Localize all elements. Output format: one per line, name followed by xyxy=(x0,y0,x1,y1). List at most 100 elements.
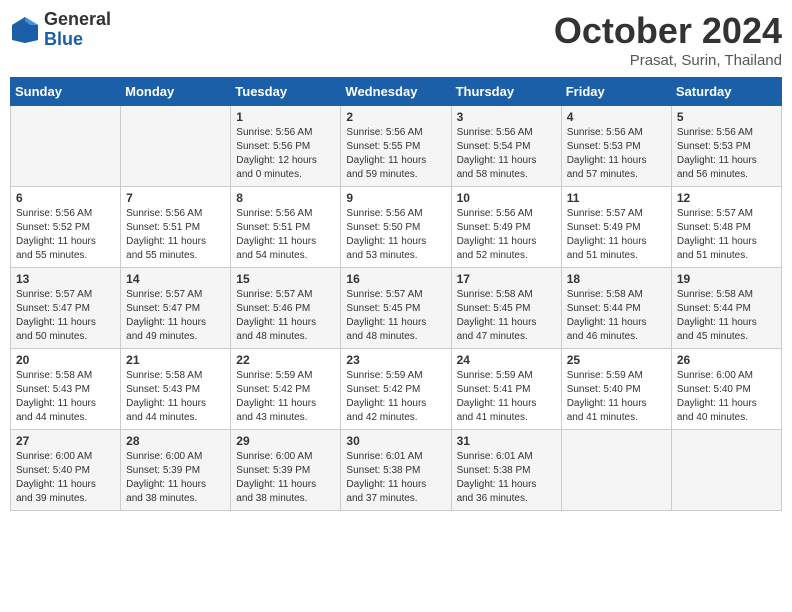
calendar-cell: 27Sunrise: 6:00 AM Sunset: 5:40 PM Dayli… xyxy=(11,430,121,511)
day-info: Sunrise: 6:00 AM Sunset: 5:39 PM Dayligh… xyxy=(236,450,335,506)
day-number: 5 xyxy=(677,110,776,124)
calendar-cell: 3 Sunrise: 5:56 AM Sunset: 5:54 PM Daylig… xyxy=(451,106,561,187)
day-number: 26 xyxy=(677,353,776,367)
day-number: 7 xyxy=(126,191,225,205)
calendar-cell: 20Sunrise: 5:58 AM Sunset: 5:43 PM Dayli… xyxy=(11,349,121,430)
day-info: Sunrise: 5:59 AM Sunset: 5:41 PM Dayligh… xyxy=(457,369,556,425)
calendar-cell xyxy=(561,430,671,511)
calendar-header: SundayMondayTuesdayWednesdayThursdayFrid… xyxy=(11,78,782,106)
week-row-1: 6Sunrise: 5:56 AM Sunset: 5:52 PM Daylig… xyxy=(11,187,782,268)
day-info: Sunrise: 5:57 AM Sunset: 5:47 PM Dayligh… xyxy=(126,288,225,344)
calendar-cell: 4 Sunrise: 5:56 AM Sunset: 5:53 PM Daylig… xyxy=(561,106,671,187)
day-info: Sunrise: 5:57 AM Sunset: 5:46 PM Dayligh… xyxy=(236,288,335,344)
day-number: 12 xyxy=(677,191,776,205)
day-info: Sunrise: 5:56 AM Sunset: 5:53 PM Dayligh… xyxy=(677,126,776,182)
day-info: Sunrise: 6:00 AM Sunset: 5:39 PM Dayligh… xyxy=(126,450,225,506)
day-info: Sunrise: 5:59 AM Sunset: 5:42 PM Dayligh… xyxy=(236,369,335,425)
day-info: Sunrise: 5:59 AM Sunset: 5:42 PM Dayligh… xyxy=(346,369,445,425)
day-number: 9 xyxy=(346,191,445,205)
calendar-cell: 14 Sunrise: 5:57 AM Sunset: 5:47 PM Dayli… xyxy=(121,268,231,349)
day-info: Sunrise: 5:56 AM Sunset: 5:49 PM Dayligh… xyxy=(457,207,556,263)
calendar-cell: 24 Sunrise: 5:59 AM Sunset: 5:41 PM Dayli… xyxy=(451,349,561,430)
day-number: 18 xyxy=(567,272,666,286)
day-number: 27 xyxy=(16,434,115,448)
calendar-cell: 2Sunrise: 5:56 AM Sunset: 5:55 PM Daylig… xyxy=(341,106,451,187)
day-number: 17 xyxy=(457,272,556,286)
calendar-body: 1 Sunrise: 5:56 AM Sunset: 5:56 PM Daylig… xyxy=(11,106,782,511)
title-block: October 2024 Prasat, Surin, Thailand xyxy=(554,10,782,69)
calendar-cell: 30 Sunrise: 6:01 AM Sunset: 5:38 PM Dayli… xyxy=(341,430,451,511)
day-number: 14 xyxy=(126,272,225,286)
day-number: 24 xyxy=(457,353,556,367)
day-info: Sunrise: 5:57 AM Sunset: 5:47 PM Dayligh… xyxy=(16,288,115,344)
calendar-cell: 13 Sunrise: 5:57 AM Sunset: 5:47 PM Dayli… xyxy=(11,268,121,349)
day-info: Sunrise: 5:57 AM Sunset: 5:48 PM Dayligh… xyxy=(677,207,776,263)
day-number: 22 xyxy=(236,353,335,367)
day-info: Sunrise: 5:56 AM Sunset: 5:56 PM Dayligh… xyxy=(236,126,335,182)
header-cell-wednesday: Wednesday xyxy=(341,78,451,106)
day-info: Sunrise: 5:58 AM Sunset: 5:43 PM Dayligh… xyxy=(16,369,115,425)
logo-general: General xyxy=(44,10,111,30)
day-info: Sunrise: 5:56 AM Sunset: 5:55 PM Dayligh… xyxy=(346,126,445,182)
calendar-cell: 10 Sunrise: 5:56 AM Sunset: 5:49 PM Dayli… xyxy=(451,187,561,268)
day-info: Sunrise: 5:56 AM Sunset: 5:52 PM Dayligh… xyxy=(16,207,115,263)
day-number: 15 xyxy=(236,272,335,286)
header-cell-monday: Monday xyxy=(121,78,231,106)
calendar-cell: 15 Sunrise: 5:57 AM Sunset: 5:46 PM Dayli… xyxy=(231,268,341,349)
day-number: 19 xyxy=(677,272,776,286)
week-row-2: 13 Sunrise: 5:57 AM Sunset: 5:47 PM Dayli… xyxy=(11,268,782,349)
day-info: Sunrise: 5:58 AM Sunset: 5:43 PM Dayligh… xyxy=(126,369,225,425)
calendar-cell: 25Sunrise: 5:59 AM Sunset: 5:40 PM Dayli… xyxy=(561,349,671,430)
calendar-cell: 5 Sunrise: 5:56 AM Sunset: 5:53 PM Daylig… xyxy=(671,106,781,187)
day-info: Sunrise: 6:01 AM Sunset: 5:38 PM Dayligh… xyxy=(457,450,556,506)
day-info: Sunrise: 5:56 AM Sunset: 5:51 PM Dayligh… xyxy=(126,207,225,263)
header-row: SundayMondayTuesdayWednesdayThursdayFrid… xyxy=(11,78,782,106)
day-number: 21 xyxy=(126,353,225,367)
day-info: Sunrise: 5:56 AM Sunset: 5:54 PM Dayligh… xyxy=(457,126,556,182)
day-info: Sunrise: 5:57 AM Sunset: 5:49 PM Dayligh… xyxy=(567,207,666,263)
calendar-cell xyxy=(11,106,121,187)
calendar-cell: 8Sunrise: 5:56 AM Sunset: 5:51 PM Daylig… xyxy=(231,187,341,268)
calendar-cell: 29 Sunrise: 6:00 AM Sunset: 5:39 PM Dayli… xyxy=(231,430,341,511)
day-info: Sunrise: 5:58 AM Sunset: 5:45 PM Dayligh… xyxy=(457,288,556,344)
calendar-cell: 26 Sunrise: 6:00 AM Sunset: 5:40 PM Dayli… xyxy=(671,349,781,430)
day-number: 1 xyxy=(236,110,335,124)
day-number: 3 xyxy=(457,110,556,124)
calendar-cell: 23 Sunrise: 5:59 AM Sunset: 5:42 PM Dayli… xyxy=(341,349,451,430)
calendar-cell: 7 Sunrise: 5:56 AM Sunset: 5:51 PM Daylig… xyxy=(121,187,231,268)
day-info: Sunrise: 5:56 AM Sunset: 5:51 PM Dayligh… xyxy=(236,207,335,263)
calendar-cell: 19 Sunrise: 5:58 AM Sunset: 5:44 PM Dayli… xyxy=(671,268,781,349)
day-info: Sunrise: 5:56 AM Sunset: 5:50 PM Dayligh… xyxy=(346,207,445,263)
calendar-cell: 16 Sunrise: 5:57 AM Sunset: 5:45 PM Dayli… xyxy=(341,268,451,349)
header-cell-thursday: Thursday xyxy=(451,78,561,106)
calendar-cell: 21 Sunrise: 5:58 AM Sunset: 5:43 PM Dayli… xyxy=(121,349,231,430)
calendar-cell xyxy=(121,106,231,187)
location: Prasat, Surin, Thailand xyxy=(554,52,782,69)
calendar-cell: 11Sunrise: 5:57 AM Sunset: 5:49 PM Dayli… xyxy=(561,187,671,268)
calendar-cell: 12 Sunrise: 5:57 AM Sunset: 5:48 PM Dayli… xyxy=(671,187,781,268)
day-info: Sunrise: 5:57 AM Sunset: 5:45 PM Dayligh… xyxy=(346,288,445,344)
calendar-cell: 28 Sunrise: 6:00 AM Sunset: 5:39 PM Dayli… xyxy=(121,430,231,511)
day-number: 13 xyxy=(16,272,115,286)
calendar-cell: 18Sunrise: 5:58 AM Sunset: 5:44 PM Dayli… xyxy=(561,268,671,349)
day-number: 30 xyxy=(346,434,445,448)
calendar-cell: 31Sunrise: 6:01 AM Sunset: 5:38 PM Dayli… xyxy=(451,430,561,511)
day-number: 10 xyxy=(457,191,556,205)
calendar-table: SundayMondayTuesdayWednesdayThursdayFrid… xyxy=(10,77,782,511)
month-title: October 2024 xyxy=(554,10,782,52)
calendar-cell: 1 Sunrise: 5:56 AM Sunset: 5:56 PM Daylig… xyxy=(231,106,341,187)
day-number: 23 xyxy=(346,353,445,367)
day-info: Sunrise: 6:00 AM Sunset: 5:40 PM Dayligh… xyxy=(677,369,776,425)
day-number: 4 xyxy=(567,110,666,124)
day-info: Sunrise: 5:58 AM Sunset: 5:44 PM Dayligh… xyxy=(677,288,776,344)
day-number: 28 xyxy=(126,434,225,448)
day-number: 16 xyxy=(346,272,445,286)
page-header: General Blue October 2024 Prasat, Surin,… xyxy=(10,10,782,69)
calendar-cell: 22 Sunrise: 5:59 AM Sunset: 5:42 PM Dayli… xyxy=(231,349,341,430)
day-info: Sunrise: 5:56 AM Sunset: 5:53 PM Dayligh… xyxy=(567,126,666,182)
week-row-3: 20Sunrise: 5:58 AM Sunset: 5:43 PM Dayli… xyxy=(11,349,782,430)
logo-blue: Blue xyxy=(44,30,111,50)
day-info: Sunrise: 6:01 AM Sunset: 5:38 PM Dayligh… xyxy=(346,450,445,506)
day-number: 29 xyxy=(236,434,335,448)
week-row-4: 27Sunrise: 6:00 AM Sunset: 5:40 PM Dayli… xyxy=(11,430,782,511)
